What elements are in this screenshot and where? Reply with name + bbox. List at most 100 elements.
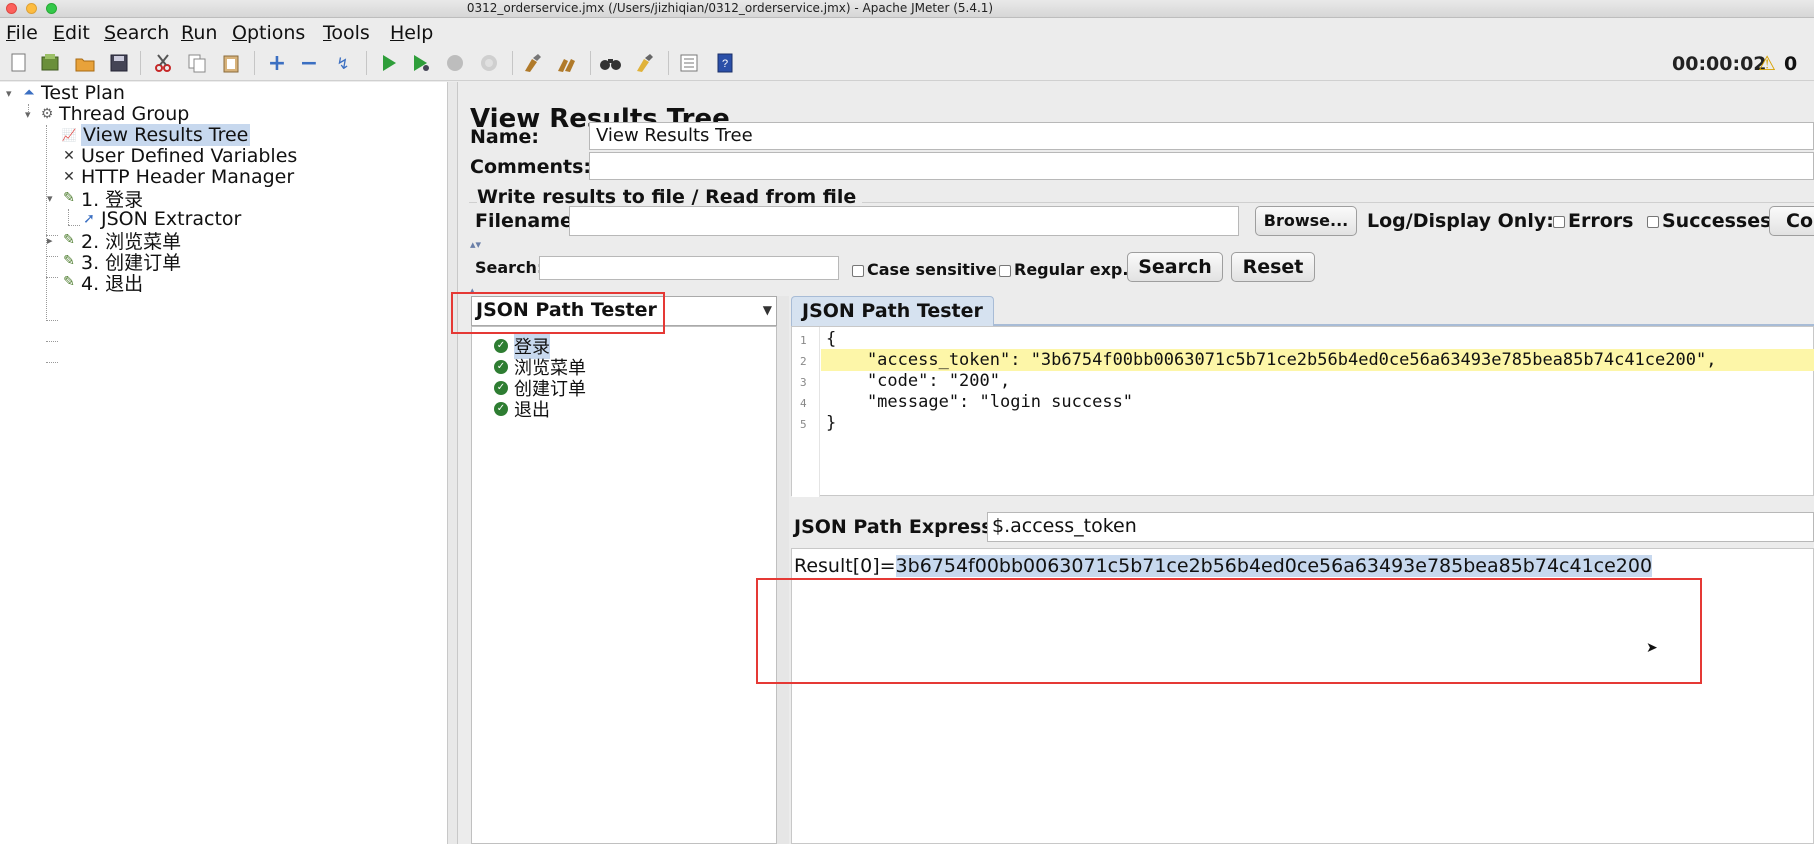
collapse-arrows-icon[interactable]: ▴: [470, 286, 475, 296]
line-number: 1: [800, 334, 807, 347]
clear-icon[interactable]: [520, 50, 546, 76]
clear-all-icon[interactable]: [554, 50, 580, 76]
errors-checkbox[interactable]: Errors: [1553, 210, 1633, 232]
paste-icon[interactable]: [218, 50, 244, 76]
tree-connector: [46, 341, 58, 342]
tree-node-login[interactable]: ✎ 1. 登录: [60, 187, 143, 211]
success-shield-icon: ✓: [494, 402, 508, 416]
templates-icon[interactable]: [38, 50, 64, 76]
json-path-result-area[interactable]: Result[0]=3b6754f00bb0063071c5b71ce2b56b…: [791, 548, 1814, 844]
tree-connector: [46, 277, 58, 278]
test-plan-tree: ▾ ⏶ Test Plan ▾ ⚙ Thread Group 📈 View Re…: [0, 82, 448, 844]
json-path-expression-input[interactable]: $.access_token: [987, 512, 1814, 542]
tree-node-view-results-tree[interactable]: 📈 View Results Tree: [60, 124, 251, 146]
menu-file[interactable]: File: [6, 22, 38, 44]
tree-node-logout[interactable]: ✎ 4. 退出: [60, 271, 143, 295]
save-icon[interactable]: [106, 50, 132, 76]
menu-bar: File Edit Search Run Options Tools Help: [0, 18, 1814, 45]
wrench-icon: ✕: [63, 148, 75, 164]
name-field[interactable]: View Results Tree: [589, 122, 1814, 150]
successes-checkbox[interactable]: Successes: [1647, 210, 1771, 232]
configure-button[interactable]: Co: [1769, 206, 1814, 236]
start-no-pauses-icon[interactable]: [408, 50, 434, 76]
help-icon[interactable]: ?: [712, 50, 738, 76]
comments-field[interactable]: [589, 152, 1814, 180]
warning-icon[interactable]: ⚠: [1758, 51, 1776, 75]
toolbar-separator: [512, 51, 513, 75]
dropdown-arrow-icon[interactable]: ▼: [763, 303, 772, 317]
collapse-arrows-icon[interactable]: ▴▾: [470, 238, 481, 251]
tree-node-thread-group[interactable]: ⚙ Thread Group: [38, 103, 190, 125]
stop-icon[interactable]: [442, 50, 468, 76]
menu-edit[interactable]: Edit: [53, 22, 90, 44]
shutdown-icon[interactable]: [476, 50, 502, 76]
json-line: {: [826, 329, 837, 349]
menu-search[interactable]: Search: [104, 22, 169, 44]
panel-splitter[interactable]: [448, 82, 458, 844]
browse-button[interactable]: Browse...: [1255, 206, 1357, 236]
view-results-tree-panel: View Results Tree Name: View Results Tre…: [459, 82, 1814, 844]
cut-icon[interactable]: [150, 50, 176, 76]
results-splitter[interactable]: [777, 296, 789, 844]
sample-item-logout[interactable]: ✓ 退出: [494, 396, 550, 422]
function-helper-icon[interactable]: [676, 50, 702, 76]
renderer-select[interactable]: JSON Path Tester ▼: [471, 296, 777, 326]
tree-node-test-plan[interactable]: ⏶ Test Plan: [20, 82, 125, 104]
expand-toggle-icon[interactable]: ▸: [47, 234, 53, 247]
filename-label: Filename: [475, 210, 573, 232]
collapse-toggle-icon[interactable]: ▾: [6, 87, 12, 100]
gear-icon: ⚙: [40, 106, 54, 122]
write-results-title: Write results to file / Read from file: [477, 186, 863, 208]
menu-run[interactable]: Run: [181, 22, 217, 44]
tree-connector: [68, 209, 69, 225]
extractor-icon: ➚: [83, 211, 95, 227]
start-icon[interactable]: [376, 50, 402, 76]
json-line: "access_token": "3b6754f00bb0063071c5b71…: [826, 350, 1717, 370]
copy-icon[interactable]: [184, 50, 210, 76]
search-label: Search:: [475, 258, 544, 277]
tree-node-user-defined-variables[interactable]: ✕ User Defined Variables: [60, 145, 297, 167]
reset-button[interactable]: Reset: [1231, 252, 1315, 282]
new-icon[interactable]: [6, 50, 32, 76]
line-number: 2: [800, 355, 807, 368]
line-number: 5: [800, 418, 807, 431]
collapse-all-icon[interactable]: −: [296, 50, 322, 76]
tree-connector: [46, 256, 58, 257]
expand-all-icon[interactable]: +: [264, 50, 290, 76]
search-button[interactable]: Search: [1127, 252, 1223, 282]
json-path-result: Result[0]=3b6754f00bb0063071c5b71ce2b56b…: [794, 555, 1653, 577]
errors-checkbox-box[interactable]: [1553, 215, 1565, 228]
response-json-viewer[interactable]: 1 2 3 4 5 { "access_token": "3b6754f00bb…: [791, 326, 1814, 497]
sampler-icon: ✎: [63, 274, 75, 290]
test-plan-icon: ⏶: [23, 85, 35, 101]
menu-options[interactable]: Options: [232, 22, 305, 44]
success-shield-icon: ✓: [494, 381, 508, 395]
open-icon[interactable]: [72, 50, 98, 76]
tree-connector: [68, 225, 80, 226]
menu-tools[interactable]: Tools: [323, 22, 370, 44]
search-input[interactable]: [539, 256, 839, 280]
case-sensitive-box[interactable]: [852, 264, 864, 277]
toolbar-separator: [366, 51, 367, 75]
menu-help[interactable]: Help: [390, 22, 433, 44]
toolbar-separator: [254, 51, 255, 75]
collapse-toggle-icon[interactable]: ▾: [25, 108, 31, 121]
comments-label: Comments:: [470, 156, 591, 178]
case-sensitive-checkbox[interactable]: Case sensitive: [852, 260, 997, 279]
tab-json-path-tester[interactable]: JSON Path Tester: [791, 296, 994, 326]
toolbar-separator: [140, 51, 141, 75]
svg-text:?: ?: [722, 58, 728, 70]
reset-search-icon[interactable]: [632, 50, 658, 76]
line-number: 4: [800, 397, 807, 410]
regular-exp-checkbox[interactable]: Regular exp.: [999, 260, 1128, 279]
successes-checkbox-box[interactable]: [1647, 215, 1659, 228]
search-icon[interactable]: [598, 50, 624, 76]
collapse-toggle-icon[interactable]: ▾: [47, 192, 53, 205]
line-number-gutter: [792, 327, 820, 497]
success-shield-icon: ✓: [494, 339, 508, 353]
filename-input[interactable]: [569, 206, 1239, 236]
chart-icon: 📈: [61, 128, 77, 142]
regular-exp-box[interactable]: [999, 264, 1011, 277]
toggle-icon[interactable]: ↯: [330, 50, 356, 76]
json-path-expression-area: JSON Path Expression $.access_token Resu…: [791, 508, 1814, 844]
